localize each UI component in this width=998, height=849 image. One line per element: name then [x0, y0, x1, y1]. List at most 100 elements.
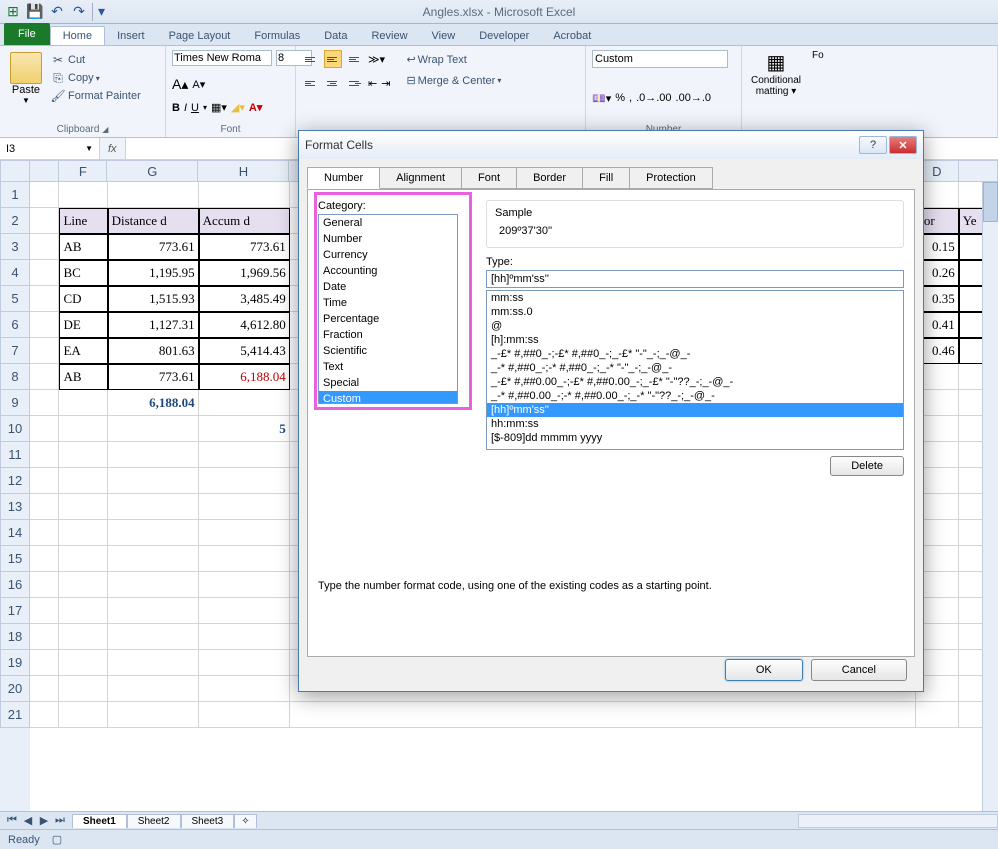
font-name-select[interactable] [172, 50, 272, 66]
type-item[interactable]: @ [487, 319, 903, 333]
cell[interactable] [108, 676, 199, 702]
category-item[interactable]: Special [319, 375, 457, 391]
cell[interactable] [59, 676, 107, 702]
conditional-formatting-button[interactable]: ▦ Conditionalmatting ▾ [748, 50, 804, 97]
tab-insert[interactable]: Insert [105, 27, 157, 45]
cell[interactable] [199, 442, 290, 468]
category-item[interactable]: Date [319, 279, 457, 295]
cell[interactable]: 773.61 [108, 364, 199, 390]
cell[interactable] [199, 624, 290, 650]
cell[interactable] [108, 702, 199, 728]
wrap-text-button[interactable]: ↩Wrap Text [402, 52, 505, 67]
cell[interactable] [108, 598, 199, 624]
cell[interactable] [108, 442, 199, 468]
number-format-select[interactable] [592, 50, 728, 68]
dlg-tab-border[interactable]: Border [516, 167, 583, 189]
orientation-icon[interactable]: ≫▾ [368, 53, 385, 66]
increase-indent-icon[interactable]: ⇥ [381, 77, 390, 90]
category-item[interactable]: Currency [319, 247, 457, 263]
copy-button[interactable]: ⎘Copy ▾ [46, 70, 145, 86]
cell[interactable] [199, 702, 290, 728]
cell[interactable] [108, 182, 199, 208]
cell[interactable] [59, 468, 107, 494]
cell[interactable]: 773.61 [199, 234, 290, 260]
dlg-tab-fill[interactable]: Fill [582, 167, 630, 189]
cell[interactable] [108, 416, 199, 442]
help-button[interactable]: ? [859, 136, 887, 154]
font-color-button[interactable]: A▾ [249, 101, 262, 114]
delete-button[interactable]: Delete [830, 456, 904, 476]
col-header-G[interactable]: G [107, 160, 198, 182]
macro-record-icon[interactable]: ▢ [52, 833, 62, 846]
type-item[interactable]: [$-809]dd mmmm yyyy [487, 431, 903, 445]
cell[interactable] [199, 390, 290, 416]
cell[interactable] [59, 702, 107, 728]
cell[interactable] [199, 572, 290, 598]
category-item[interactable]: Fraction [319, 327, 457, 343]
cell[interactable]: 1,515.93 [108, 286, 199, 312]
cell[interactable] [59, 416, 107, 442]
cell[interactable]: 773.61 [108, 234, 199, 260]
cell[interactable]: 5 [199, 416, 290, 442]
category-item[interactable]: Custom [319, 391, 457, 404]
cell[interactable] [59, 442, 107, 468]
comma-icon[interactable]: , [629, 92, 632, 104]
align-left-icon[interactable] [302, 74, 320, 92]
select-all-corner[interactable] [0, 160, 30, 182]
cell[interactable] [59, 546, 107, 572]
type-item[interactable]: [h]:mm:ss [487, 333, 903, 347]
cell[interactable]: CD [59, 286, 107, 312]
cell[interactable] [108, 520, 199, 546]
border-button[interactable]: ▦▾ [211, 101, 227, 114]
cell[interactable]: Accum d [199, 208, 290, 234]
vertical-scrollbar[interactable] [982, 182, 998, 811]
row-header[interactable]: 10 [0, 416, 30, 442]
cell[interactable]: 1,969.56 [199, 260, 290, 286]
redo-icon[interactable]: ↷ [70, 3, 88, 21]
cell[interactable] [108, 546, 199, 572]
col-header-H[interactable]: H [198, 160, 289, 182]
row-header[interactable]: 1 [0, 182, 30, 208]
row-header[interactable]: 4 [0, 260, 30, 286]
undo-icon[interactable]: ↶ [48, 3, 66, 21]
tab-data[interactable]: Data [312, 27, 359, 45]
cancel-button[interactable]: Cancel [811, 659, 907, 681]
type-item[interactable]: _-* #,##0_-;-* #,##0_-;_-* "-"_-;_-@_- [487, 361, 903, 375]
bold-button[interactable]: B [172, 102, 180, 114]
tab-formulas[interactable]: Formulas [242, 27, 312, 45]
col-header-F[interactable]: F [59, 160, 107, 182]
cell[interactable] [59, 624, 107, 650]
cell[interactable] [199, 598, 290, 624]
row-header[interactable]: 14 [0, 520, 30, 546]
percent-icon[interactable]: % [615, 92, 625, 104]
category-item[interactable]: Text [319, 359, 457, 375]
cell[interactable] [199, 546, 290, 572]
category-list[interactable]: GeneralNumberCurrencyAccountingDateTimeP… [318, 214, 458, 404]
cell[interactable]: 1,195.95 [108, 260, 199, 286]
cell[interactable] [199, 520, 290, 546]
category-item[interactable]: Time [319, 295, 457, 311]
format-painter-button[interactable]: 🖌Format Painter [46, 88, 145, 104]
fx-icon[interactable]: fx [100, 138, 126, 159]
align-top-icon[interactable] [302, 50, 320, 68]
category-item[interactable]: Number [319, 231, 457, 247]
cell[interactable]: 1,127.31 [108, 312, 199, 338]
type-item[interactable]: _-* #,##0.00_-;-* #,##0.00_-;_-* "-"??_-… [487, 389, 903, 403]
cell[interactable]: 6,188.04 [199, 364, 290, 390]
category-item[interactable]: General [319, 215, 457, 231]
col-header-E[interactable] [959, 160, 998, 182]
row-header[interactable]: 15 [0, 546, 30, 572]
cell[interactable] [199, 676, 290, 702]
next-sheet-icon[interactable]: ▶ [36, 814, 52, 827]
name-box[interactable]: I3▼ [0, 138, 100, 159]
dlg-tab-font[interactable]: Font [461, 167, 517, 189]
cell[interactable] [59, 598, 107, 624]
row-header[interactable]: 13 [0, 494, 30, 520]
decrease-indent-icon[interactable]: ⇤ [368, 77, 377, 90]
dlg-tab-protection[interactable]: Protection [629, 167, 713, 189]
cell[interactable]: 4,612.80 [199, 312, 290, 338]
dlg-tab-alignment[interactable]: Alignment [379, 167, 462, 189]
cell[interactable]: Distance d [108, 208, 199, 234]
align-middle-icon[interactable] [324, 50, 342, 68]
cell[interactable] [199, 650, 290, 676]
